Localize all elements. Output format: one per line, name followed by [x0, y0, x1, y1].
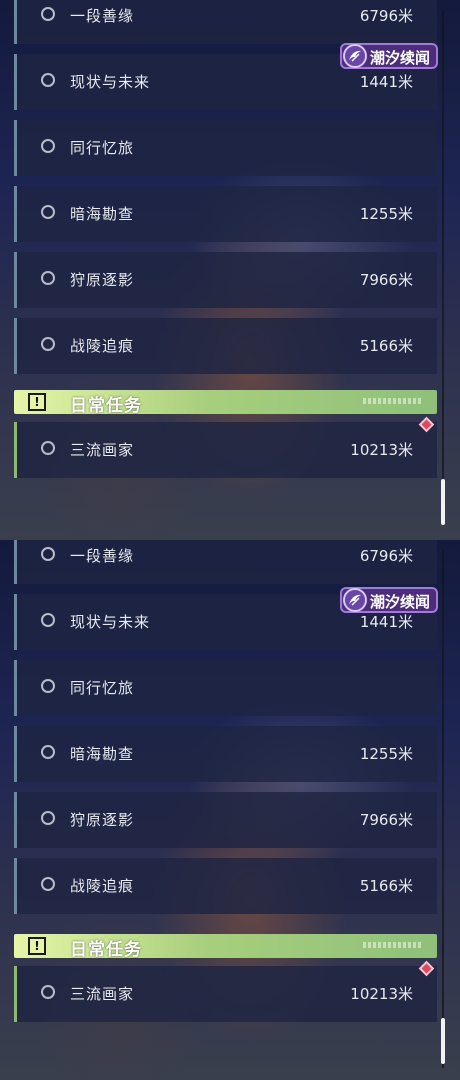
tide-badge: 潮汐续闻 — [340, 587, 438, 613]
quest-item[interactable]: 暗海勘查 1255米 — [14, 726, 437, 782]
scrollbar-track[interactable] — [442, 10, 444, 525]
exclamation-icon: ! — [28, 937, 46, 955]
quest-name: 同行忆旅 — [70, 679, 135, 697]
quest-distance: 6796米 — [359, 547, 413, 565]
quest-name: 三流画家 — [70, 441, 135, 459]
decorative-stripe — [363, 398, 423, 404]
radio-icon[interactable] — [41, 745, 55, 759]
quest-distance: 1441米 — [359, 613, 413, 631]
quest-distance: 1255米 — [359, 205, 413, 223]
quest-name: 一段善缘 — [70, 547, 135, 565]
quest-item[interactable]: 战陵追痕 5166米 — [14, 318, 437, 374]
quest-item[interactable]: 一段善缘 6796米 — [14, 540, 437, 584]
quest-tracker-screen: 一段善缘 6796米 现状与未来 1441米 潮汐续闻 同行忆旅 暗海勘查 12… — [0, 0, 460, 1080]
quest-item[interactable]: 暗海勘查 1255米 — [14, 186, 437, 242]
quest-distance: 10213米 — [350, 985, 413, 1003]
radio-icon[interactable] — [41, 73, 55, 87]
scrollbar-thumb[interactable] — [441, 479, 445, 525]
quest-item[interactable]: 同行忆旅 — [14, 120, 437, 176]
quest-item[interactable]: 狩原逐影 7966米 — [14, 252, 437, 308]
radio-icon[interactable] — [41, 337, 55, 351]
radio-icon[interactable] — [41, 679, 55, 693]
radio-icon[interactable] — [41, 811, 55, 825]
quest-name: 狩原逐影 — [70, 811, 135, 829]
quest-name: 三流画家 — [70, 985, 135, 1003]
quest-name: 一段善缘 — [70, 7, 135, 25]
quest-distance: 7966米 — [359, 271, 413, 289]
radio-icon[interactable] — [41, 877, 55, 891]
quest-name: 战陵追痕 — [70, 337, 135, 355]
section-title: 日常任务 — [70, 940, 142, 960]
daily-quests-header[interactable]: ! 日常任务 — [14, 934, 437, 960]
quest-panel-bottom: 一段善缘 6796米 现状与未来 1441米 潮汐续闻 同行忆旅 暗海勘查 12… — [0, 540, 460, 1080]
radio-icon[interactable] — [41, 271, 55, 285]
radio-icon[interactable] — [41, 7, 55, 21]
decorative-stripe — [363, 942, 423, 948]
quest-name: 暗海勘查 — [70, 205, 135, 223]
scrollbar-thumb[interactable] — [441, 1018, 445, 1064]
quest-distance: 1441米 — [359, 73, 413, 91]
quest-name: 战陵追痕 — [70, 877, 135, 895]
quest-distance: 7966米 — [359, 811, 413, 829]
badge-label: 潮汐续闻 — [370, 593, 431, 611]
quest-distance: 1255米 — [359, 745, 413, 763]
daily-quest-item[interactable]: 三流画家 10213米 — [14, 422, 437, 478]
radio-icon[interactable] — [41, 985, 55, 999]
quest-name: 同行忆旅 — [70, 139, 135, 157]
tide-badge: 潮汐续闻 — [340, 43, 438, 69]
quest-item[interactable]: 战陵追痕 5166米 — [14, 858, 437, 914]
scrollbar-track[interactable] — [442, 550, 444, 1068]
section-title: 日常任务 — [70, 396, 142, 416]
quest-distance: 5166米 — [359, 337, 413, 355]
quest-name: 现状与未来 — [70, 613, 151, 631]
radio-icon[interactable] — [41, 205, 55, 219]
badge-label: 潮汐续闻 — [370, 49, 431, 67]
tide-icon — [343, 588, 367, 612]
quest-distance: 10213米 — [350, 441, 413, 459]
radio-icon[interactable] — [41, 139, 55, 153]
daily-quests-header[interactable]: ! 日常任务 — [14, 390, 437, 416]
quest-name: 现状与未来 — [70, 73, 151, 91]
quest-item[interactable]: 同行忆旅 — [14, 660, 437, 716]
quest-distance: 6796米 — [359, 7, 413, 25]
quest-panel-top: 一段善缘 6796米 现状与未来 1441米 潮汐续闻 同行忆旅 暗海勘查 12… — [0, 0, 460, 540]
quest-item[interactable]: 狩原逐影 7966米 — [14, 792, 437, 848]
radio-icon[interactable] — [41, 441, 55, 455]
quest-name: 狩原逐影 — [70, 271, 135, 289]
quest-name: 暗海勘查 — [70, 745, 135, 763]
radio-icon[interactable] — [41, 547, 55, 561]
daily-quest-item[interactable]: 三流画家 10213米 — [14, 966, 437, 1022]
radio-icon[interactable] — [41, 613, 55, 627]
exclamation-icon: ! — [28, 393, 46, 411]
tide-icon — [343, 44, 367, 68]
quest-item[interactable]: 一段善缘 6796米 — [14, 0, 437, 44]
quest-distance: 5166米 — [359, 877, 413, 895]
